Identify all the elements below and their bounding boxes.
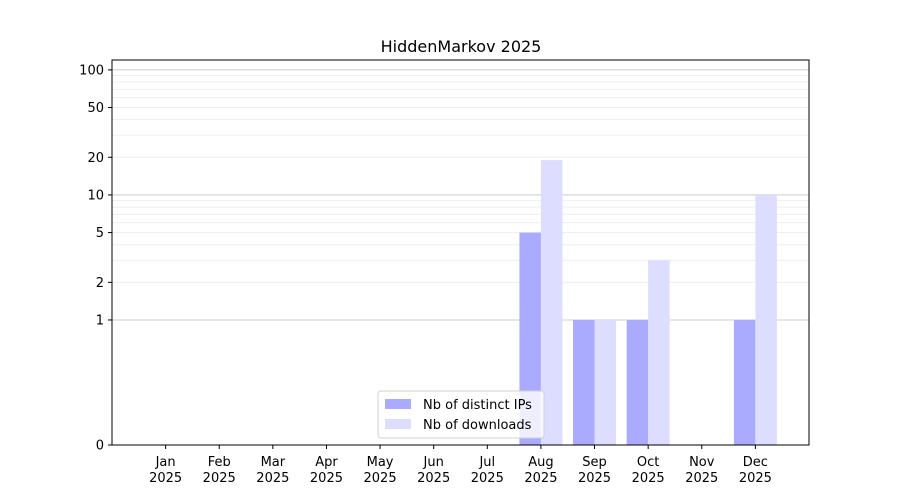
x-tick-label-year: 2025: [524, 471, 557, 486]
bar-downloads: [594, 319, 617, 445]
legend-swatch: [385, 419, 411, 429]
x-tick-label-year: 2025: [256, 471, 289, 486]
bar-distinct-ips: [573, 319, 595, 445]
x-tick-label-month: Mar: [261, 455, 286, 470]
y-tick-label: 1: [96, 313, 104, 328]
legend: Nb of distinct IPs Nb of downloads: [377, 390, 545, 439]
x-tick-label-year: 2025: [203, 471, 236, 486]
y-tick-label: 50: [87, 101, 104, 116]
x-tick-label-month: Jun: [423, 455, 444, 470]
chart-title: HiddenMarkov 2025: [381, 37, 542, 56]
x-tick-label-month: Sep: [582, 455, 607, 470]
x-tick-label-month: Jul: [478, 455, 495, 470]
chart: HiddenMarkov 2025 0125102050100 Jan2025F…: [0, 0, 900, 500]
x-tick-label-month: Dec: [743, 455, 768, 470]
x-tick-label-month: May: [367, 455, 394, 470]
x-tick-label-month: Jan: [155, 455, 176, 470]
x-tick-label-year: 2025: [149, 471, 182, 486]
x-tick-label-month: Oct: [637, 455, 659, 470]
legend-label: Nb of downloads: [423, 418, 532, 433]
x-tick-label-year: 2025: [417, 471, 450, 486]
x-tick-label-year: 2025: [685, 471, 718, 486]
x-tick-label-month: Feb: [208, 455, 231, 470]
y-tick-label: 20: [87, 151, 104, 166]
bar-distinct-ips: [733, 319, 756, 445]
bar-distinct-ips: [626, 319, 649, 445]
y-tick-label: 100: [79, 63, 104, 78]
y-tick-label: 5: [96, 226, 104, 241]
grid-layer: [112, 69, 809, 321]
x-tick-label-month: Aug: [528, 455, 553, 470]
x-tick-label-year: 2025: [471, 471, 504, 486]
y-tick-label: 0: [96, 439, 104, 454]
x-tick-label-year: 2025: [310, 471, 343, 486]
x-tick-label-year: 2025: [632, 471, 665, 486]
x-tick-label-month: Apr: [315, 455, 338, 470]
x-tick-label-year: 2025: [578, 471, 611, 486]
x-tick-label-year: 2025: [739, 471, 772, 486]
y-tick-label: 2: [96, 276, 104, 291]
legend-swatch: [385, 399, 411, 409]
x-tick-label-month: Nov: [689, 455, 715, 470]
x-tick-label-year: 2025: [364, 471, 397, 486]
bar-downloads: [755, 194, 777, 445]
y-tick-label: 10: [87, 188, 104, 203]
bar-downloads: [648, 260, 670, 445]
legend-label: Nb of distinct IPs: [423, 398, 532, 413]
